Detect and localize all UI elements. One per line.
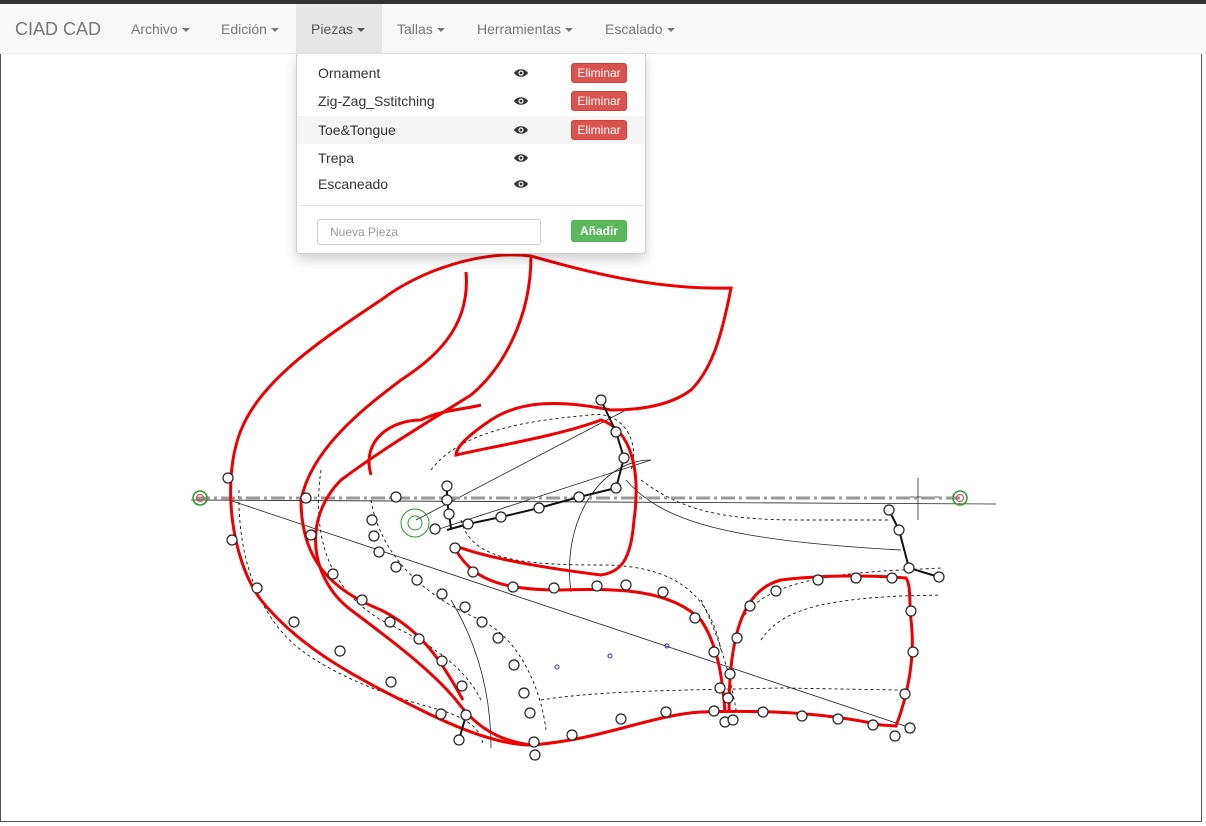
origin-marker-outer[interactable] <box>400 508 430 538</box>
chevron-down-icon <box>565 28 574 33</box>
diagonal-guide-line <box>228 499 912 729</box>
piece-name: Escaneado <box>318 176 389 192</box>
menu-herramientas[interactable]: Herramientas <box>462 4 588 54</box>
chevron-down-icon <box>666 28 675 33</box>
menu-escalado[interactable]: Escalado <box>590 4 690 54</box>
app-brand[interactable]: CIAD CAD <box>15 4 101 54</box>
piece-name: Toe&Tongue <box>318 122 396 138</box>
seam-allowance-lines <box>238 414 942 746</box>
chevron-down-icon <box>270 28 279 33</box>
delete-button[interactable]: Eliminar <box>571 120 627 140</box>
chevron-down-icon <box>436 28 445 33</box>
piezas-dropdown: Ornament Eliminar Zig-Zag_Sstitching Eli… <box>296 54 646 254</box>
piece-item-trepa[interactable]: Trepa <box>297 144 645 172</box>
add-piece-button[interactable]: Añadir <box>571 220 627 242</box>
menu-piezas-label: Piezas <box>311 21 354 37</box>
arc-guide <box>625 479 902 551</box>
piece-outline-toe[interactable] <box>452 254 733 577</box>
dashed-offset <box>318 469 482 701</box>
menu-archivo-label: Archivo <box>131 21 178 37</box>
piece-name: Trepa <box>318 150 355 166</box>
new-piece-input[interactable] <box>317 219 541 245</box>
delete-button[interactable]: Eliminar <box>571 63 627 83</box>
chevron-down-icon <box>357 28 366 33</box>
dashed-offset <box>760 594 942 641</box>
blue-markers <box>554 643 670 670</box>
eye-icon[interactable] <box>513 94 529 108</box>
dropdown-divider <box>298 205 644 206</box>
menu-archivo[interactable]: Archivo <box>116 4 205 54</box>
menu-herramientas-label: Herramientas <box>477 21 562 37</box>
piece-item-toe-tongue[interactable]: Toe&Tongue Eliminar <box>297 116 645 144</box>
piece-name: Ornament <box>318 65 381 81</box>
control-polyline <box>446 486 452 529</box>
origin-marker-inner <box>407 515 423 531</box>
menu-piezas[interactable]: Piezas <box>296 4 382 54</box>
piece-item-escaneado[interactable]: Escaneado <box>297 170 645 198</box>
piece-item-ornament[interactable]: Ornament Eliminar <box>297 59 645 87</box>
delete-button[interactable]: Eliminar <box>571 91 627 111</box>
piece-outline-vamp[interactable] <box>451 544 727 713</box>
menu-escalado-label: Escalado <box>605 21 663 37</box>
eye-icon[interactable] <box>513 151 529 165</box>
menu-edicion-label: Edición <box>221 21 267 37</box>
menu-tallas-label: Tallas <box>397 21 433 37</box>
menu-edicion[interactable]: Edición <box>206 4 294 54</box>
eye-icon[interactable] <box>513 66 529 80</box>
piece-item-zig-zag[interactable]: Zig-Zag_Sstitching Eliminar <box>297 87 645 115</box>
chevron-down-icon <box>181 28 190 33</box>
eye-icon[interactable] <box>513 177 529 191</box>
menu-tallas[interactable]: Tallas <box>382 4 460 54</box>
construction-lines <box>190 409 997 749</box>
piece-name: Zig-Zag_Sstitching <box>318 93 435 109</box>
eye-icon[interactable] <box>513 123 529 137</box>
dashed-offset <box>640 479 891 521</box>
center-axis-line <box>190 499 997 505</box>
navbar: CIAD CAD Archivo Edición Piezas Tallas H… <box>0 4 1206 54</box>
